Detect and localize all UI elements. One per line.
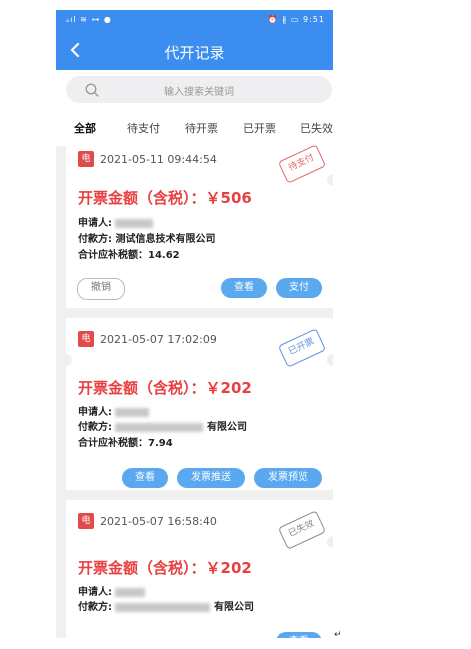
status-stamp-invoiced: 已开票 xyxy=(277,328,327,368)
payer-line: 付款方: 有限公司 xyxy=(78,418,247,433)
record-card[interactable]: 电 2021-05-07 17:02:09 已开票 开票金额（含税）：￥202 … xyxy=(60,318,333,490)
electronic-badge: 电 xyxy=(78,151,94,167)
status-stamp-pending-payment: 待支付 xyxy=(277,144,327,184)
electronic-badge: 电 xyxy=(78,331,94,347)
phone-screen: ₐıl ≋ ⊶ ● ⏰ ∦ ▭ 9:51 代开记录 输入搜索关键词 全部 待支付… xyxy=(56,10,333,638)
applicant-line: 申请人: xyxy=(78,583,146,598)
payer-name-suffix: 有限公司 xyxy=(213,602,254,613)
status-bar-left-icons: ₐıl ≋ ⊶ ● xyxy=(66,15,112,24)
payer-line: 付款方: 有限公司 xyxy=(78,598,254,613)
applicant-line: 申请人: xyxy=(78,403,150,418)
payer-name-suffix: 有限公司 xyxy=(206,422,247,433)
electronic-badge: 电 xyxy=(78,513,94,529)
payer-label: 付款方: xyxy=(78,422,112,433)
redacted-applicant xyxy=(115,407,150,417)
payer-label: 付款方: xyxy=(78,234,112,245)
nav-bar: 代开记录 xyxy=(56,32,333,70)
view-button[interactable]: 查看 xyxy=(122,468,168,488)
invoice-amount: 开票金额（含税）：￥202 xyxy=(78,559,252,577)
applicant-label: 申请人: xyxy=(78,407,112,418)
ticket-notch xyxy=(327,174,333,186)
tab-pending-invoice[interactable]: 待开票 xyxy=(185,120,218,136)
redacted-payer-name xyxy=(115,422,204,432)
payer-name: 测试信息技术有限公司 xyxy=(115,234,216,245)
status-bar-right-icons: ⏰ ∦ ▭ 9:51 xyxy=(267,15,325,24)
paragraph-mark: ↵ xyxy=(334,630,342,640)
tax-line: 合计应补税额：14.62 xyxy=(78,250,180,261)
status-bar: ₐıl ≋ ⊶ ● ⏰ ∦ ▭ 9:51 xyxy=(56,10,333,32)
tax-line: 合计应补税额：7.94 xyxy=(78,438,173,449)
ticket-notch xyxy=(60,354,72,366)
record-datetime: 2021-05-07 16:58:40 xyxy=(100,515,217,528)
view-button[interactable]: 查看 xyxy=(221,278,267,298)
search-area: 输入搜索关键词 xyxy=(56,70,333,110)
view-button[interactable]: 查看 xyxy=(276,632,322,638)
search-placeholder: 输入搜索关键词 xyxy=(164,87,234,98)
pay-button[interactable]: 支付 xyxy=(276,278,322,298)
invoice-push-button[interactable]: 发票推送 xyxy=(177,468,245,488)
applicant-label: 申请人: xyxy=(78,218,112,229)
invoice-amount: 开票金额（含税）：￥202 xyxy=(78,379,252,397)
invoice-amount: 开票金额（含税）：￥506 xyxy=(78,189,252,207)
record-card[interactable]: 电 2021-05-11 09:44:54 待支付 开票金额（含税）：￥506 … xyxy=(66,138,333,308)
redacted-payer-name xyxy=(115,602,211,612)
page-title: 代开记录 xyxy=(164,44,225,62)
record-datetime: 2021-05-07 17:02:09 xyxy=(100,333,217,346)
ticket-notch xyxy=(327,354,333,366)
tab-all[interactable]: 全部 xyxy=(74,120,96,136)
applicant-label: 申请人: xyxy=(78,587,112,598)
invoice-preview-button[interactable]: 发票预览 xyxy=(254,468,322,488)
cancel-button[interactable]: 撤销 xyxy=(77,278,125,300)
payer-line: 付款方: 测试信息技术有限公司 xyxy=(78,230,215,245)
payer-label: 付款方: xyxy=(78,602,112,613)
applicant-line: 申请人: xyxy=(78,214,154,229)
tab-pending-payment[interactable]: 待支付 xyxy=(127,120,160,136)
ticket-notch xyxy=(327,536,333,548)
record-datetime: 2021-05-11 09:44:54 xyxy=(100,153,217,166)
search-input[interactable]: 输入搜索关键词 xyxy=(66,76,332,103)
record-card[interactable]: 电 2021-05-07 16:58:40 已失效 开票金额（含税）：￥202 … xyxy=(66,500,333,638)
redacted-applicant xyxy=(115,218,154,228)
tab-expired[interactable]: 已失效 xyxy=(300,120,333,136)
tab-invoiced[interactable]: 已开票 xyxy=(243,120,276,136)
status-stamp-expired: 已失效 xyxy=(277,510,327,550)
redacted-applicant xyxy=(115,587,146,597)
